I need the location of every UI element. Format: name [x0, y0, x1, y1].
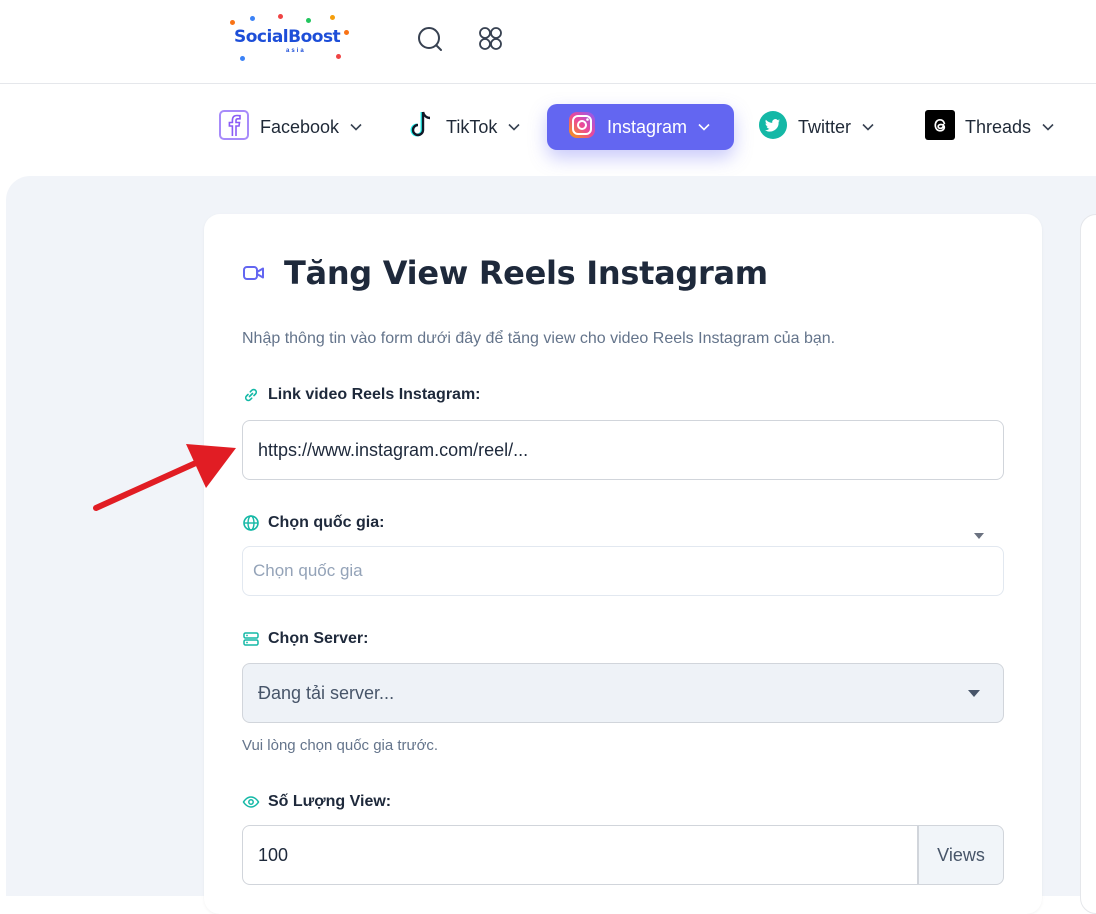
country-label: Chọn quốc gia:: [242, 514, 384, 532]
platform-nav: Facebook TikTok Instagram Twitter Thread…: [0, 84, 1096, 176]
logo-text: SocialBoost: [234, 27, 341, 47]
reel-link-input[interactable]: https://www.instagram.com/reel/...: [242, 420, 1004, 480]
logo-decoration: [250, 16, 255, 21]
chevron-down-icon: [862, 123, 874, 131]
nav-item-label: Instagram: [607, 116, 688, 137]
nav-item-label: Threads: [965, 116, 1032, 137]
server-hint: Vui lòng chọn quốc gia trước.: [242, 737, 439, 754]
side-card: [1080, 214, 1096, 914]
quantity-label: Số Lượng View:: [242, 793, 391, 811]
caret-down-icon[interactable]: [974, 533, 984, 539]
twitter-icon: [758, 110, 788, 145]
facebook-icon: [218, 109, 250, 146]
nav-item-label: TikTok: [446, 116, 498, 137]
site-logo[interactable]: SocialBoost asia: [226, 12, 354, 66]
logo-decoration: [230, 20, 235, 25]
annotation-arrow-icon: [93, 444, 236, 511]
nav-item-label: Facebook: [260, 116, 340, 137]
caret-down-icon[interactable]: [968, 690, 980, 697]
form-description: Nhập thông tin vào form dưới đây để tăng…: [242, 330, 836, 347]
form-header: Tăng View Reels Instagram: [242, 254, 768, 292]
country-label-text: Chọn quốc gia:: [268, 514, 385, 531]
nav-item-twitter[interactable]: Twitter: [746, 104, 887, 150]
top-bar: SocialBoost asia: [0, 0, 1096, 84]
page-title: Tăng View Reels Instagram: [284, 254, 768, 292]
server-label: Chọn Server:: [242, 630, 368, 648]
video-camera-icon: [243, 266, 264, 280]
server-select[interactable]: Đang tải server...: [242, 663, 1004, 723]
threads-icon: [925, 109, 955, 145]
quantity-input[interactable]: 100: [242, 825, 918, 885]
logo-decoration: [336, 54, 341, 59]
server-select-value: Đang tải server...: [258, 682, 395, 703]
logo-decoration: [344, 30, 349, 35]
quantity-label-text: Số Lượng View:: [268, 793, 392, 810]
logo-decoration: [306, 18, 311, 23]
logo-decoration: [240, 56, 245, 61]
link-label: Link video Reels Instagram:: [242, 386, 481, 404]
nav-item-instagram[interactable]: Instagram: [547, 104, 734, 150]
globe-icon: [243, 515, 259, 531]
nav-item-tiktok[interactable]: TikTok: [394, 104, 533, 150]
nav-item-threads[interactable]: Threads: [913, 104, 1067, 150]
nav-item-facebook[interactable]: Facebook: [206, 104, 375, 150]
logo-subtext: asia: [286, 48, 306, 54]
chevron-down-icon: [508, 123, 520, 131]
search-icon[interactable]: [416, 24, 446, 54]
chevron-down-icon: [698, 123, 710, 131]
quantity-unit: Views: [918, 825, 1004, 885]
instagram-icon: [567, 110, 597, 145]
tiktok-icon: [406, 109, 436, 146]
logo-decoration: [278, 14, 283, 19]
apps-grid-icon[interactable]: [476, 24, 506, 54]
server-icon: [243, 632, 259, 646]
order-form-card: Tăng View Reels Instagram Nhập thông tin…: [204, 214, 1042, 914]
chevron-down-icon: [1042, 123, 1054, 131]
link-icon: [244, 388, 258, 402]
nav-item-label: Twitter: [798, 116, 852, 137]
link-label-text: Link video Reels Instagram:: [268, 386, 481, 403]
logo-decoration: [330, 15, 335, 20]
eye-icon: [242, 796, 260, 808]
server-label-text: Chọn Server:: [268, 630, 369, 647]
country-select[interactable]: Chọn quốc gia: [242, 546, 1004, 596]
chevron-down-icon: [350, 123, 362, 131]
